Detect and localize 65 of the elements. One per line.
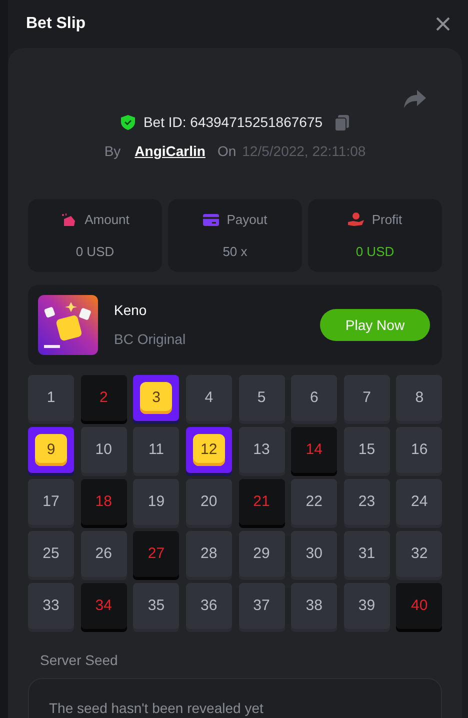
game-provider: BC Original [114,330,186,349]
stat-value: 0 USD [356,242,394,260]
number-tile: 35 [133,583,180,629]
card-icon [202,214,219,226]
dialog-title: Bet Slip [26,14,86,34]
seed-text: The seed hasn't been revealed yet [49,700,264,716]
game-name: Keno [114,301,148,320]
bet-date: 12/5/2022, 22:11:08 [242,142,366,161]
number-tile: 32 [396,531,442,577]
section-label: Server Seed [40,651,119,670]
number-tile: 29 [238,531,284,577]
gem-number: 12 [192,434,225,466]
stat-value: 0 USD [76,242,114,260]
number-tile: 4 [186,375,232,421]
number-tile: 10 [80,427,127,473]
gem-number: 3 [140,382,172,414]
number-tile: 2 [80,375,127,421]
share-button[interactable] [404,90,426,108]
number-tile: 7 [344,375,390,421]
by-label: By [104,142,121,161]
hand-person-icon [348,212,364,228]
number-tile: 5 [238,375,284,421]
number-tile: 1 [28,375,74,421]
on-label: On [217,142,236,161]
user-link[interactable]: AngiCarlin [134,141,206,162]
number-tile: 33 [28,583,74,629]
bet-id: Bet ID: 64394715251867675 [143,113,323,132]
number-tile: 38 [291,583,338,629]
number-tile: 34 [80,583,127,629]
stat-label: Profit [372,211,402,229]
number-tile: 13 [238,427,284,473]
number-tile: 21 [238,479,284,525]
number-tile: 31 [344,531,390,577]
number-tile: 15 [344,427,390,473]
shield-check-icon [121,115,136,130]
number-tile: 8 [396,375,442,421]
number-tile: 37 [238,583,284,629]
number-tile: 26 [80,531,127,577]
number-tile: 39 [344,583,390,629]
number-tile: 40 [396,583,442,629]
stat-label: Payout [226,211,268,229]
number-tile: 11 [133,427,180,473]
stat-value: 50 x [222,242,248,260]
number-tile: 27 [133,531,180,577]
number-tile: 16 [396,427,442,473]
close-icon [436,17,450,31]
number-tile: 18 [80,479,127,525]
number-tile: 24 [396,479,442,525]
number-tile: 17 [28,479,74,525]
number-tile: 23 [344,479,390,525]
number-tile: 30 [291,531,338,577]
number-tile: 25 [28,531,74,577]
copy-button[interactable] [334,114,349,130]
share-icon [404,90,426,108]
number-tile: 28 [186,531,232,577]
gem-number: 9 [35,434,67,466]
stat-label: Amount [84,211,130,229]
close-button[interactable] [436,17,450,31]
number-tile: 20 [186,479,232,525]
number-tile: 22 [291,479,338,525]
number-tile: 14 [291,427,338,473]
number-tile: 19 [133,479,180,525]
number-tile: 6 [291,375,338,421]
copy-icon [334,114,349,130]
number-tile: 36 [186,583,232,629]
